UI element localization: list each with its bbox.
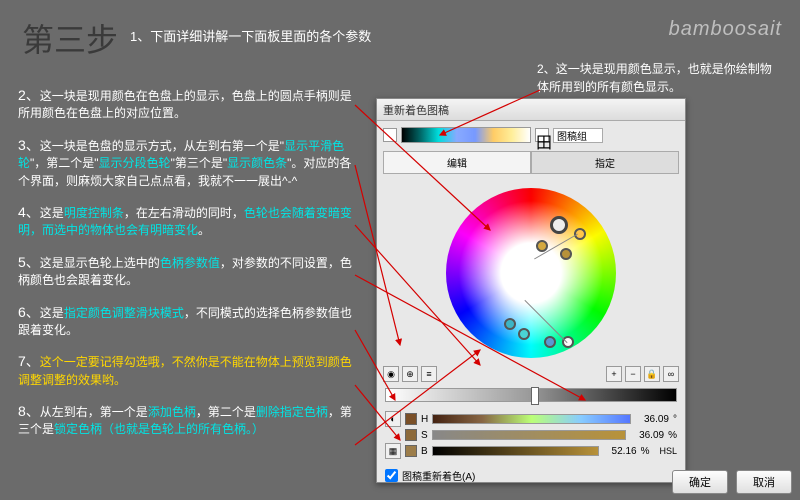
- wheel-handle[interactable]: [544, 336, 556, 348]
- s-label: S: [421, 430, 428, 441]
- recolor-panel: 重新着色图稿 田 编辑 指定 ◉ ⊕ ≡ + − 🔒 ∞ ◐ H: [376, 98, 686, 483]
- callout-2: 2、这一块是现用颜色显示，也就是你绘制物体所用到的所有颜色显示。: [537, 60, 782, 96]
- note-5: 5、这是显示色轮上选中的色柄参数值，对参数的不同设置，色柄颜色也会跟着变化。: [18, 252, 358, 290]
- brightness-thumb[interactable]: [531, 387, 539, 405]
- wheel-mode-segment-icon[interactable]: ⊕: [402, 366, 418, 382]
- note-8: 8、从左到右，第一个是添加色柄，第二个是删除指定色柄，第三个是锁定色柄（也就是色…: [18, 401, 358, 439]
- panel-title: 重新着色图稿: [377, 99, 685, 121]
- wheel-handle[interactable]: [574, 228, 586, 240]
- wheel-handle[interactable]: [504, 318, 516, 330]
- h-swatch: [405, 413, 417, 425]
- intro-text: 1、下面详细讲解一下面板里面的各个参数: [130, 26, 371, 45]
- add-handle-icon[interactable]: +: [606, 366, 622, 382]
- b-slider[interactable]: [432, 446, 599, 456]
- wheel-mode-smooth-icon[interactable]: ◉: [383, 366, 399, 382]
- recolor-checkbox-label: 图稿重新着色(A): [402, 468, 475, 483]
- wheel-handle[interactable]: [518, 328, 530, 340]
- h-slider[interactable]: [432, 414, 631, 424]
- h-label: H: [421, 414, 428, 425]
- tab-assign[interactable]: 指定: [531, 151, 679, 173]
- b-swatch: [405, 445, 417, 457]
- ok-button[interactable]: 确定: [672, 470, 728, 494]
- note-2: 2、这一块是现用颜色在色盘上的显示，色盘上的圆点手柄则是所用颜色在色盘上的对应位…: [18, 85, 358, 123]
- wheel-handle[interactable]: [560, 248, 572, 260]
- mode-label[interactable]: HSL: [659, 446, 677, 456]
- cancel-button[interactable]: 取消: [736, 470, 792, 494]
- remove-handle-icon[interactable]: −: [625, 366, 641, 382]
- note-3: 3、这一块是色盘的显示方式，从左到右第一个是"显示平滑色轮"，第二个是"显示分段…: [18, 135, 358, 190]
- color-wheel[interactable]: [446, 188, 616, 358]
- s-slider[interactable]: [432, 430, 626, 440]
- wheel-handle-main[interactable]: [550, 216, 568, 234]
- color-mode-icon[interactable]: ◐: [385, 411, 401, 427]
- s-swatch: [405, 429, 417, 441]
- note-6: 6、这是指定颜色调整滑块模式，不同模式的选择色柄参数值也跟着变化。: [18, 302, 358, 340]
- mode-select-icon[interactable]: ▦: [385, 443, 401, 459]
- brand-watermark: bamboosait: [669, 18, 782, 41]
- b-label: B: [421, 446, 428, 457]
- note-7: 7、这个一定要记得勾选哦，不然你是不能在物体上预览到颜色调整调整的效果哟。: [18, 351, 358, 389]
- brightness-slider[interactable]: [385, 388, 677, 402]
- wheel-handle[interactable]: [562, 336, 574, 348]
- artwork-group-field[interactable]: [553, 128, 603, 143]
- lock-handle-icon[interactable]: 🔒: [644, 366, 660, 382]
- b-value: 52.16: [603, 446, 637, 457]
- h-value: 36.09: [635, 414, 669, 425]
- wheel-mode-bars-icon[interactable]: ≡: [421, 366, 437, 382]
- link-harmony-icon[interactable]: ∞: [663, 366, 679, 382]
- step-title: 第三步: [22, 15, 118, 61]
- s-value: 36.09: [630, 430, 664, 441]
- color-spectrum-bar[interactable]: [401, 127, 531, 143]
- annotation-list: 2、这一块是现用颜色在色盘上的显示，色盘上的圆点手柄则是所用颜色在色盘上的对应位…: [18, 85, 358, 451]
- wheel-handle[interactable]: [536, 240, 548, 252]
- note-4: 4、这是明度控制条，在左右滑动的同时，色轮也会随着变暗变明，而选中的物体也会有明…: [18, 202, 358, 240]
- tab-edit[interactable]: 编辑: [383, 151, 531, 173]
- artwork-group-icon[interactable]: 田: [535, 128, 549, 142]
- artwork-preview-icon[interactable]: [383, 128, 397, 142]
- recolor-checkbox[interactable]: [385, 469, 398, 482]
